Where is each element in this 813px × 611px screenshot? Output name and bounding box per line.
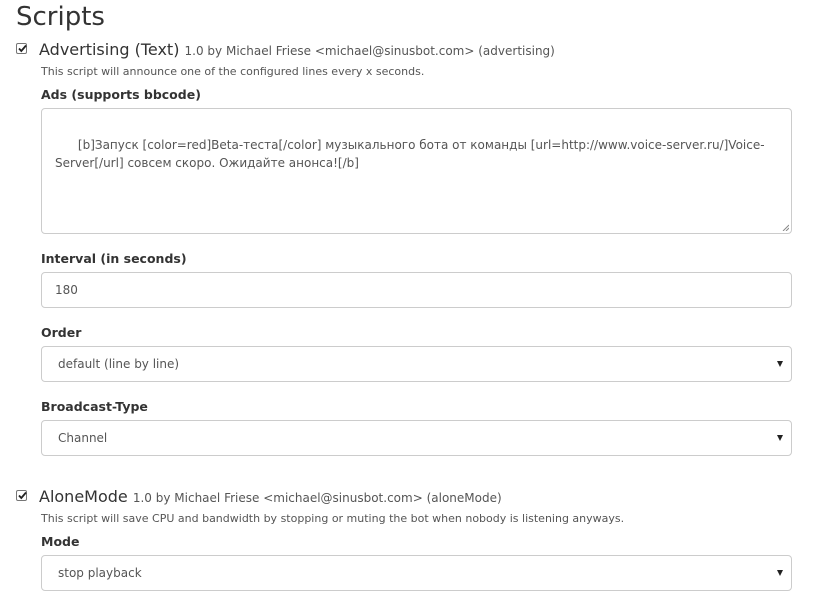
script-advertising: Advertising (Text) 1.0 by Michael Friese… (16, 40, 792, 462)
checkmark-icon (18, 44, 27, 53)
broadcast-type-select[interactable]: Channel (41, 420, 792, 456)
chevron-down-icon (777, 361, 783, 367)
script-name: Advertising (Text) (39, 40, 180, 59)
order-label: Order (41, 325, 82, 340)
script-description: This script will announce one of the con… (41, 65, 425, 78)
mode-label: Mode (41, 534, 80, 549)
script-meta: 1.0 by Michael Friese <michael@sinusbot.… (132, 491, 502, 505)
script-description: This script will save CPU and bandwidth … (41, 512, 625, 525)
interval-label: Interval (in seconds) (41, 251, 187, 266)
resize-grip-icon[interactable] (781, 223, 789, 231)
mode-select[interactable]: stop playback (41, 555, 792, 591)
chevron-down-icon (777, 435, 783, 441)
ads-textarea-value: [b]Запуск [color=red]Beta-теста[/color] … (55, 138, 765, 170)
interval-input[interactable]: 180 (41, 272, 792, 308)
script-alonemode: AloneMode 1.0 by Michael Friese <michael… (16, 487, 792, 599)
script-enabled-checkbox[interactable] (16, 43, 27, 54)
checkmark-icon (18, 491, 27, 500)
page-title: Scripts (16, 2, 105, 32)
broadcast-type-select-value: Channel (58, 431, 108, 445)
script-header: AloneMode 1.0 by Michael Friese <michael… (16, 487, 792, 513)
mode-select-value: stop playback (58, 566, 142, 580)
interval-input-value: 180 (55, 283, 78, 297)
script-name: AloneMode (39, 487, 128, 506)
ads-textarea[interactable]: [b]Запуск [color=red]Beta-теста[/color] … (41, 108, 792, 234)
order-select-value: default (line by line) (58, 357, 180, 371)
script-enabled-checkbox[interactable] (16, 490, 27, 501)
broadcast-type-label: Broadcast-Type (41, 399, 148, 414)
scripts-page: Scripts Advertising (Text) 1.0 by Michae… (0, 0, 813, 611)
order-select[interactable]: default (line by line) (41, 346, 792, 382)
chevron-down-icon (777, 570, 783, 576)
ads-label: Ads (supports bbcode) (41, 87, 201, 102)
script-header: Advertising (Text) 1.0 by Michael Friese… (16, 40, 792, 66)
script-meta: 1.0 by Michael Friese <michael@sinusbot.… (184, 44, 555, 58)
